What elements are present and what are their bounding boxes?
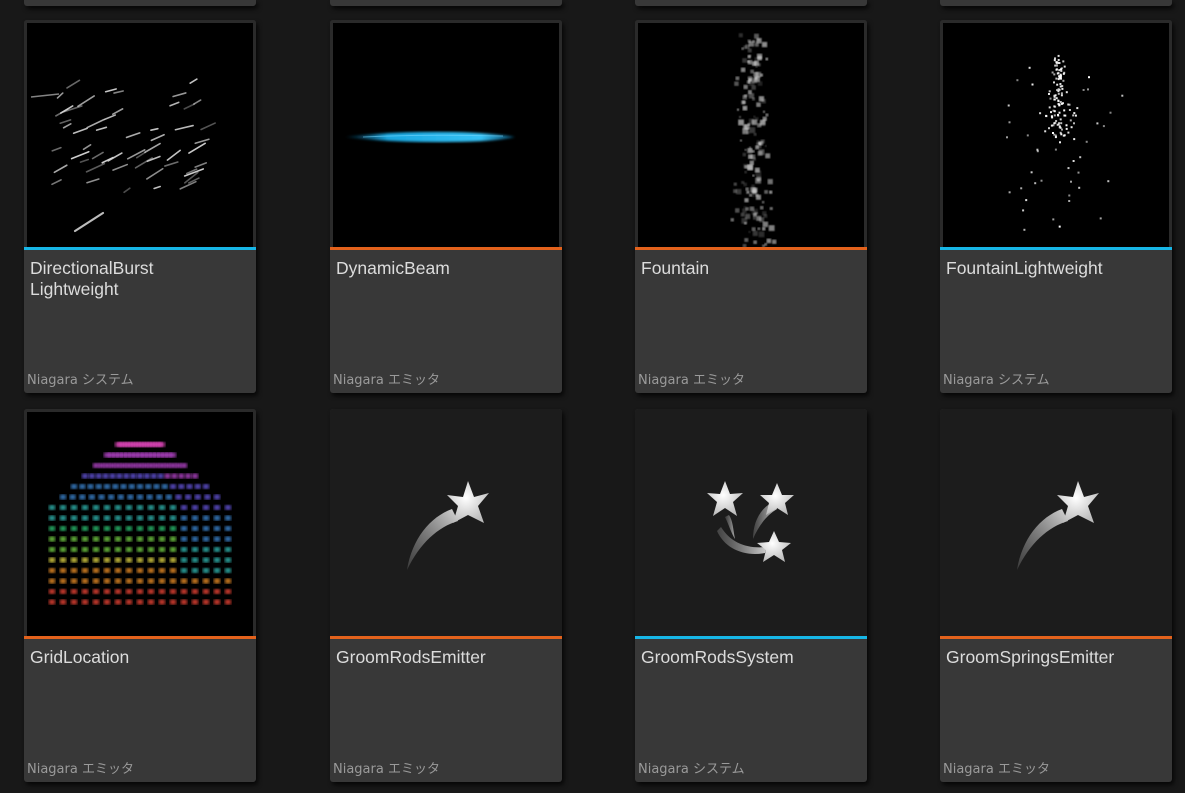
asset-type-accent-bar [24, 636, 256, 639]
asset-thumbnail [940, 20, 1172, 247]
fountain-preview [638, 23, 864, 247]
asset-tile-groom-rods-emitter[interactable]: GroomRodsEmitter Niagara エミッタ [330, 409, 562, 782]
asset-thumbnail [940, 409, 1172, 636]
asset-name: DirectionalBurst Lightweight [30, 258, 154, 299]
asset-thumbnail [24, 409, 256, 636]
asset-thumbnail [330, 20, 562, 247]
asset-type-label: Niagara システム [943, 373, 1050, 388]
triple-shooting-stars-icon [707, 481, 794, 562]
asset-thumbnail [330, 409, 562, 636]
asset-name: GridLocation [30, 647, 130, 667]
asset-name: Fountain [641, 258, 710, 278]
asset-type-accent-bar [940, 247, 1172, 250]
asset-type-label: Niagara エミッタ [638, 373, 745, 388]
directional-burst-preview [27, 23, 253, 247]
asset-type-accent-bar [635, 247, 867, 250]
asset-type-label: Niagara エミッタ [943, 762, 1050, 777]
fountain-lightweight-preview [943, 23, 1169, 247]
asset-type-accent-bar [940, 636, 1172, 639]
asset-tile-dynamic-beam[interactable]: DynamicBeam Niagara エミッタ [330, 20, 562, 393]
asset-name: GroomSpringsEmitter [946, 647, 1115, 667]
asset-name: GroomRodsSystem [641, 647, 794, 667]
asset-thumbnail [635, 20, 867, 247]
asset-tile-groom-springs-emitter[interactable]: GroomSpringsEmitter Niagara エミッタ [940, 409, 1172, 782]
asset-tile-fountain[interactable]: Fountain Niagara エミッタ [635, 20, 867, 393]
asset-type-label: Niagara エミッタ [333, 762, 440, 777]
shooting-star-icon [1017, 481, 1099, 570]
asset-tile-above[interactable] [24, 0, 256, 6]
dynamic-beam-preview [333, 23, 559, 247]
asset-tile-grid-location[interactable]: GridLocation Niagara エミッタ [24, 409, 256, 782]
asset-type-accent-bar [330, 247, 562, 250]
asset-tile-groom-rods-system[interactable]: GroomRodsSystem Niagara システム [635, 409, 867, 782]
asset-name: DynamicBeam [336, 258, 450, 278]
asset-name: FountainLightweight [946, 258, 1103, 278]
asset-tile-above[interactable] [330, 0, 562, 6]
asset-thumbnail [24, 20, 256, 247]
asset-type-label: Niagara システム [638, 762, 745, 777]
asset-tile-above[interactable] [940, 0, 1172, 6]
asset-tile-fountain-lightweight[interactable]: FountainLightweight Niagara システム [940, 20, 1172, 393]
asset-type-label: Niagara エミッタ [333, 373, 440, 388]
shooting-star-icon [407, 481, 489, 570]
asset-type-accent-bar [24, 247, 256, 250]
asset-type-label: Niagara エミッタ [27, 762, 134, 777]
asset-thumbnail [635, 409, 867, 636]
asset-type-accent-bar [330, 636, 562, 639]
asset-name: GroomRodsEmitter [336, 647, 486, 667]
asset-tile-above[interactable] [635, 0, 867, 6]
asset-type-accent-bar [635, 636, 867, 639]
asset-tile-directional-burst-lightweight[interactable]: DirectionalBurst Lightweight Niagara システ… [24, 20, 256, 393]
asset-type-label: Niagara システム [27, 373, 134, 388]
grid-location-preview [27, 412, 253, 636]
